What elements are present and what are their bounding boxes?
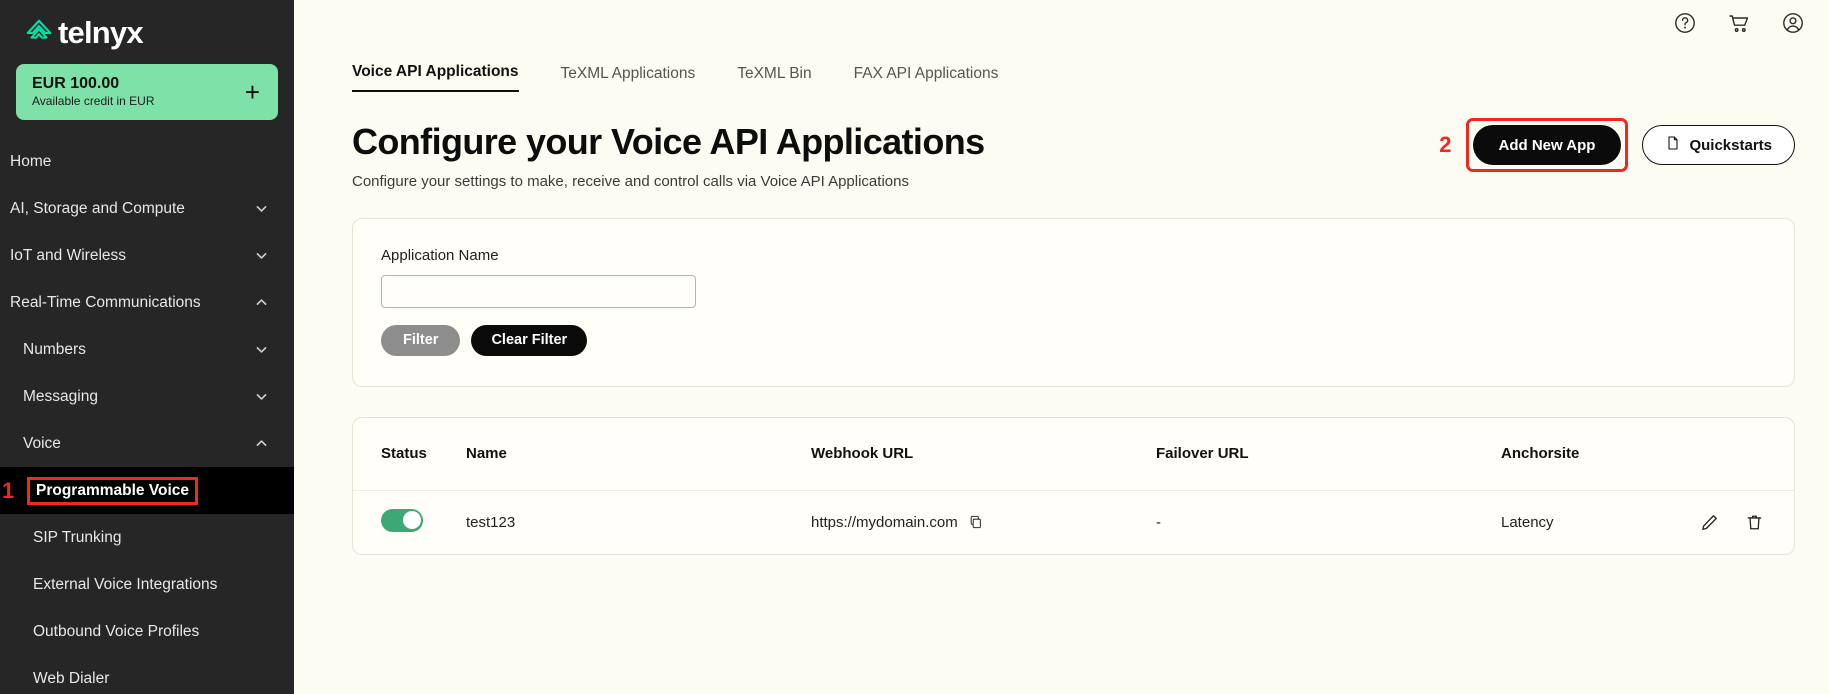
topbar bbox=[294, 0, 1829, 46]
filter-button[interactable]: Filter bbox=[381, 325, 460, 356]
cell-webhook-url: https://mydomain.com bbox=[811, 514, 1156, 531]
sidebar-item-real-time-communications[interactable]: Real-Time Communications bbox=[0, 279, 294, 326]
step-badge-2: 2 bbox=[1439, 134, 1451, 156]
sidebar-item-label: Messaging bbox=[23, 388, 98, 406]
sidebar-item-home[interactable]: Home bbox=[0, 138, 294, 185]
column-header-anchorsite: Anchorsite bbox=[1501, 445, 1684, 462]
header-actions: 2 Add New App Quickstarts bbox=[1439, 121, 1795, 169]
chevron-up-icon[interactable] bbox=[255, 437, 268, 450]
pencil-icon[interactable] bbox=[1700, 513, 1719, 532]
trash-icon[interactable] bbox=[1745, 513, 1764, 532]
table-header-row: Status Name Webhook URL Failover URL Anc… bbox=[353, 418, 1794, 490]
quickstarts-label: Quickstarts bbox=[1689, 137, 1772, 154]
app-root: telnyx EUR 100.00 Available credit in EU… bbox=[0, 0, 1829, 694]
chevron-up-icon[interactable] bbox=[255, 296, 268, 309]
sidebar-item-programmable-voice[interactable]: 1 Programmable Voice bbox=[0, 467, 294, 514]
status-toggle-cell bbox=[381, 509, 466, 536]
tab-bar: Voice API Applications TeXML Applications… bbox=[294, 46, 1829, 92]
sidebar-nav: Home AI, Storage and Compute IoT and Wirel… bbox=[0, 138, 294, 694]
column-header-failover-url: Failover URL bbox=[1156, 445, 1501, 462]
webhook-url-text: https://mydomain.com bbox=[811, 514, 958, 531]
page-header: Configure your Voice API Applications Co… bbox=[294, 92, 1829, 190]
brand-logo[interactable]: telnyx bbox=[0, 0, 294, 56]
chevron-down-icon[interactable] bbox=[255, 343, 268, 356]
row-actions bbox=[1684, 513, 1764, 532]
column-header-name: Name bbox=[466, 445, 811, 462]
sidebar-item-label: Outbound Voice Profiles bbox=[33, 623, 199, 641]
copy-icon[interactable] bbox=[968, 514, 984, 530]
clear-filter-button[interactable]: Clear Filter bbox=[471, 325, 587, 356]
application-name-label: Application Name bbox=[381, 247, 1794, 264]
applications-table: Status Name Webhook URL Failover URL Anc… bbox=[352, 417, 1795, 555]
sidebar-item-messaging[interactable]: Messaging bbox=[0, 373, 294, 420]
sidebar-item-label: Programmable Voice bbox=[30, 480, 195, 502]
step-badge-1: 1 bbox=[2, 480, 14, 502]
sidebar-item-label: IoT and Wireless bbox=[10, 247, 126, 265]
brand-name: telnyx bbox=[58, 17, 143, 48]
sidebar: telnyx EUR 100.00 Available credit in EU… bbox=[0, 0, 294, 694]
tab-voice-api-applications[interactable]: Voice API Applications bbox=[352, 63, 519, 92]
chevron-down-icon[interactable] bbox=[255, 202, 268, 215]
cart-icon[interactable] bbox=[1727, 11, 1751, 35]
sidebar-item-outbound-voice-profiles[interactable]: Outbound Voice Profiles bbox=[0, 608, 294, 655]
credit-balance-card[interactable]: EUR 100.00 Available credit in EUR + bbox=[16, 64, 278, 120]
tab-texml-applications[interactable]: TeXML Applications bbox=[561, 65, 696, 92]
table-body: test123https://mydomain.com -Latency bbox=[353, 490, 1794, 554]
table-row[interactable]: test123https://mydomain.com -Latency bbox=[353, 490, 1794, 554]
page-subtitle: Configure your settings to make, receive… bbox=[352, 173, 1829, 190]
add-new-app-button[interactable]: Add New App bbox=[1473, 125, 1622, 165]
sidebar-item-label: Voice bbox=[23, 435, 61, 453]
document-icon bbox=[1665, 135, 1681, 155]
chevron-down-icon[interactable] bbox=[255, 390, 268, 403]
sidebar-item-label: Web Dialer bbox=[33, 670, 109, 688]
cell-failover-url: - bbox=[1156, 514, 1501, 531]
sidebar-item-label: Home bbox=[10, 153, 51, 171]
main-content: Voice API Applications TeXML Applications… bbox=[294, 0, 1829, 694]
column-header-status: Status bbox=[381, 445, 466, 462]
add-new-app-highlight: Add New App bbox=[1469, 121, 1626, 169]
tab-texml-bin[interactable]: TeXML Bin bbox=[737, 65, 811, 92]
plus-icon[interactable]: + bbox=[245, 79, 260, 105]
telnyx-logo-icon bbox=[24, 17, 54, 47]
quickstarts-button[interactable]: Quickstarts bbox=[1642, 125, 1795, 165]
sidebar-item-web-dialer[interactable]: Web Dialer bbox=[0, 655, 294, 694]
cell-name: test123 bbox=[466, 514, 811, 531]
application-name-input[interactable] bbox=[381, 275, 696, 308]
account-icon[interactable] bbox=[1781, 11, 1805, 35]
sidebar-item-label: Numbers bbox=[23, 341, 86, 359]
sidebar-item-numbers[interactable]: Numbers bbox=[0, 326, 294, 373]
credit-subtitle: Available credit in EUR bbox=[32, 94, 155, 110]
sidebar-item-label: External Voice Integrations bbox=[33, 576, 217, 594]
filter-card: Application Name Filter Clear Filter bbox=[352, 218, 1795, 387]
sidebar-item-ai-storage-and-compute[interactable]: AI, Storage and Compute bbox=[0, 185, 294, 232]
column-header-webhook-url: Webhook URL bbox=[811, 445, 1156, 462]
cell-anchorsite: Latency bbox=[1501, 514, 1684, 531]
sidebar-item-iot-and-wireless[interactable]: IoT and Wireless bbox=[0, 232, 294, 279]
sidebar-item-label: SIP Trunking bbox=[33, 529, 121, 547]
chevron-down-icon[interactable] bbox=[255, 249, 268, 262]
tab-fax-api-applications[interactable]: FAX API Applications bbox=[854, 65, 999, 92]
sidebar-item-sip-trunking[interactable]: SIP Trunking bbox=[0, 514, 294, 561]
sidebar-item-label: AI, Storage and Compute bbox=[10, 200, 185, 218]
filter-buttons: Filter Clear Filter bbox=[381, 325, 1794, 356]
sidebar-item-voice[interactable]: Voice bbox=[0, 420, 294, 467]
status-toggle[interactable] bbox=[381, 509, 423, 532]
credit-amount: EUR 100.00 bbox=[32, 75, 155, 93]
sidebar-item-external-voice-integrations[interactable]: External Voice Integrations bbox=[0, 561, 294, 608]
help-icon[interactable] bbox=[1673, 11, 1697, 35]
sidebar-item-label: Real-Time Communications bbox=[10, 294, 201, 312]
